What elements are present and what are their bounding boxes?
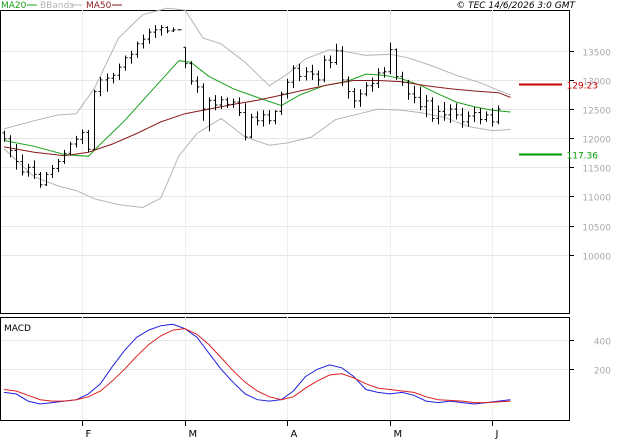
x-tick-label: J bbox=[495, 429, 499, 440]
copyright-text: © TEC 14/6/2026 3:0 GMT bbox=[456, 1, 576, 11]
x-tick-label: M bbox=[189, 429, 198, 440]
x-tick-label: M bbox=[394, 429, 403, 440]
macd-title: MACD bbox=[4, 324, 31, 334]
chart-legend: MA20 BBands MA50 bbox=[1, 1, 122, 11]
support-level-label: 117.36 bbox=[567, 152, 599, 162]
x-tick-label: A bbox=[291, 429, 298, 440]
x-tick-label: F bbox=[86, 429, 92, 440]
price-tick-label: 10000 bbox=[582, 253, 611, 263]
macd-axis-ticks: 200 400 bbox=[570, 338, 611, 377]
price-tick-label: 10500 bbox=[582, 224, 611, 234]
resistance-level-label: 129.23 bbox=[567, 82, 599, 92]
macd-tick-label: 400 bbox=[594, 338, 611, 348]
price-tick-label: 12000 bbox=[582, 136, 611, 146]
price-tick-label: 11000 bbox=[582, 194, 611, 204]
price-tick-label: 12500 bbox=[582, 107, 611, 117]
legend-bbands: BBands bbox=[40, 1, 74, 11]
macd-tick-label: 200 bbox=[594, 367, 611, 377]
price-tick-label: 11500 bbox=[582, 165, 611, 175]
legend-ma20: MA20 bbox=[1, 1, 27, 11]
stock-chart: 1000010500110001150012000125001300013500… bbox=[0, 1, 611, 440]
legend-ma50: MA50 bbox=[86, 1, 112, 11]
price-tick-label: 13500 bbox=[582, 49, 611, 59]
price-panel-frame bbox=[0, 10, 570, 314]
x-axis: FMAMJ bbox=[82, 420, 499, 440]
